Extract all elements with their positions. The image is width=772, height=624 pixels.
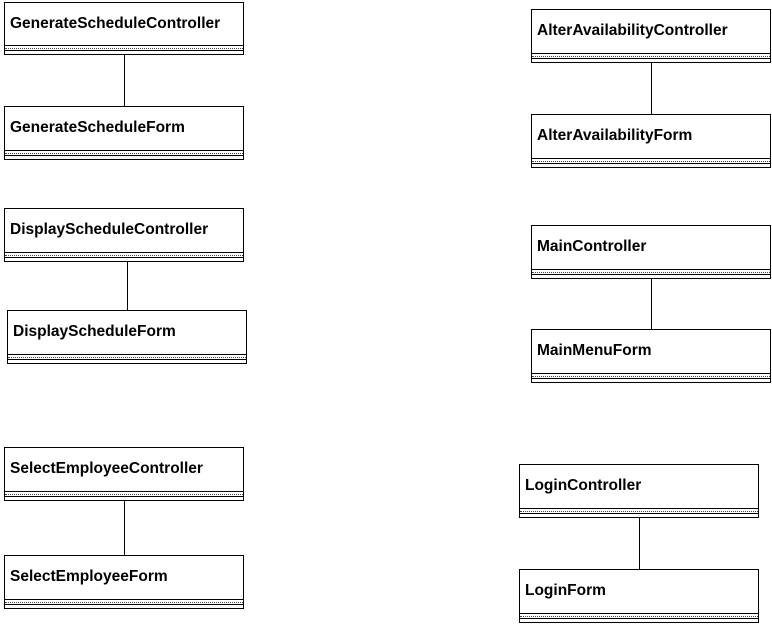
- association-line: [127, 262, 128, 310]
- class-compartments: [5, 252, 243, 258]
- class-compartments: [532, 373, 770, 379]
- class-name: SelectEmployeeController: [10, 460, 203, 477]
- association-line: [651, 279, 652, 329]
- class-compartments: [532, 269, 770, 275]
- class-compartments: [5, 599, 243, 605]
- class-display-schedule-controller[interactable]: DisplayScheduleController: [4, 208, 244, 262]
- class-compartments: [5, 491, 243, 497]
- class-name: LoginForm: [525, 582, 606, 599]
- uml-class-diagram: GenerateScheduleController GenerateSched…: [0, 0, 772, 624]
- class-name: DisplayScheduleController: [10, 221, 209, 238]
- association-line: [124, 55, 125, 106]
- class-compartments: [532, 53, 770, 59]
- class-alter-availability-controller[interactable]: AlterAvailabilityController: [531, 9, 771, 63]
- class-compartments: [520, 508, 758, 514]
- class-name: GenerateScheduleController: [10, 15, 221, 32]
- class-name: MainMenuForm: [537, 342, 652, 359]
- class-select-employee-form[interactable]: SelectEmployeeForm: [4, 555, 244, 609]
- association-line: [639, 518, 640, 569]
- class-name: SelectEmployeeForm: [10, 568, 168, 585]
- class-login-form[interactable]: LoginForm: [519, 569, 759, 623]
- class-name: GenerateScheduleForm: [10, 119, 185, 136]
- class-compartments: [5, 150, 243, 156]
- association-line: [651, 63, 652, 114]
- class-compartments: [5, 45, 243, 51]
- association-line: [124, 501, 125, 555]
- class-name: AlterAvailabilityController: [537, 22, 728, 39]
- class-display-schedule-form[interactable]: DisplayScheduleForm: [7, 310, 247, 364]
- class-name: LoginController: [525, 477, 642, 494]
- class-compartments: [8, 354, 246, 360]
- class-name: MainController: [537, 238, 647, 255]
- class-compartments: [532, 158, 770, 164]
- class-main-controller[interactable]: MainController: [531, 225, 771, 279]
- class-compartments: [520, 613, 758, 619]
- class-generate-schedule-form[interactable]: GenerateScheduleForm: [4, 106, 244, 160]
- class-generate-schedule-controller[interactable]: GenerateScheduleController: [4, 2, 244, 55]
- class-alter-availability-form[interactable]: AlterAvailabilityForm: [531, 114, 771, 168]
- class-main-menu-form[interactable]: MainMenuForm: [531, 329, 771, 383]
- class-select-employee-controller[interactable]: SelectEmployeeController: [4, 447, 244, 501]
- class-name: DisplayScheduleForm: [13, 323, 176, 340]
- class-login-controller[interactable]: LoginController: [519, 464, 759, 518]
- class-name: AlterAvailabilityForm: [537, 127, 693, 144]
